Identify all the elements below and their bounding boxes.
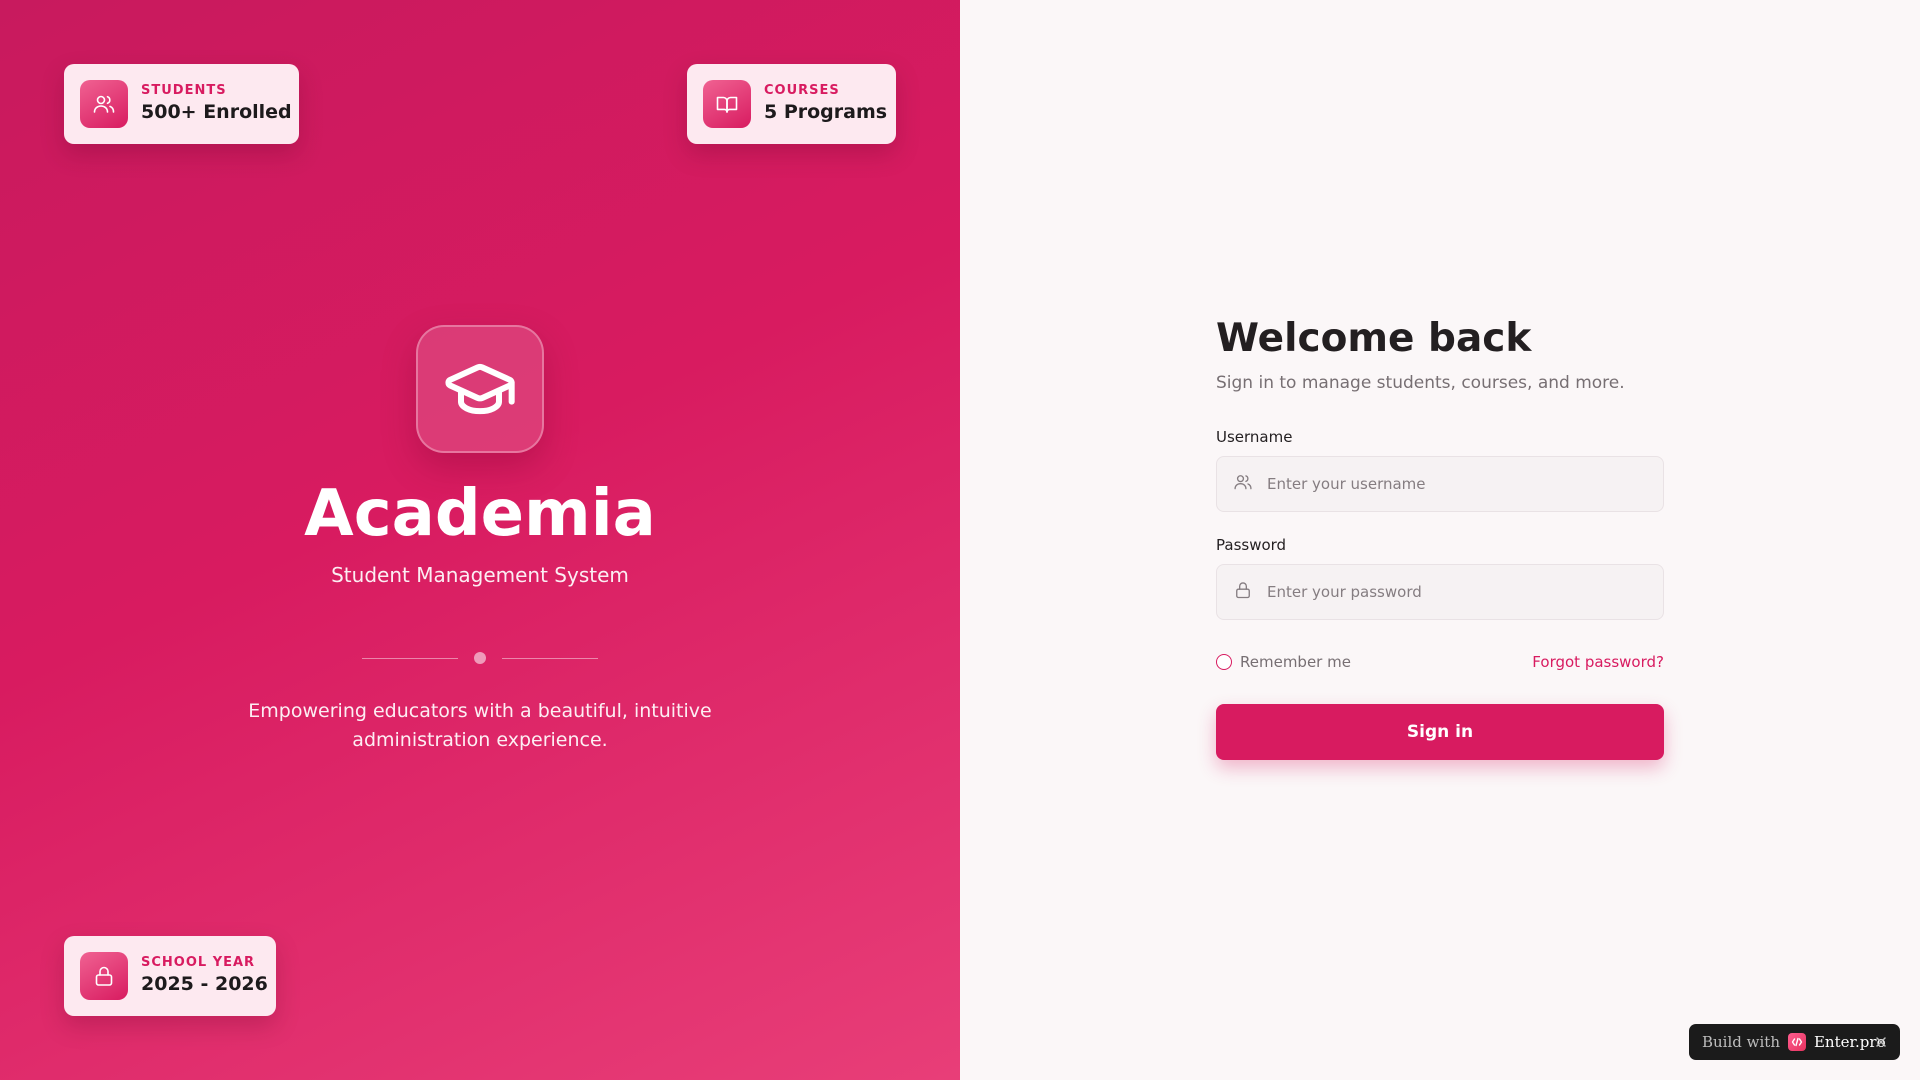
- lock-icon: [80, 952, 128, 1000]
- app-logo: [416, 325, 544, 453]
- stat-value: 2025 - 2026: [141, 973, 268, 995]
- stat-card-school-year: SCHOOL YEAR 2025 - 2026: [64, 936, 276, 1016]
- badge-prefix: Build with: [1702, 1033, 1780, 1051]
- remember-me[interactable]: Remember me: [1216, 652, 1351, 672]
- sign-in-button[interactable]: Sign in: [1216, 704, 1664, 760]
- username-input[interactable]: [1267, 475, 1647, 493]
- user-icon: [1233, 472, 1253, 496]
- stat-card-courses: COURSES 5 Programs: [687, 64, 896, 144]
- password-label: Password: [1216, 536, 1287, 554]
- enter-pro-logo-icon: [1787, 1033, 1806, 1051]
- build-with-badge[interactable]: Build with Enter.pro: [1689, 1024, 1900, 1060]
- lock-icon: [1233, 580, 1253, 604]
- graduation-cap-icon: [445, 363, 515, 415]
- stat-label: SCHOOL YEAR: [141, 955, 256, 970]
- login-panel: Welcome back Sign in to manage students,…: [960, 0, 1920, 1080]
- login-subtitle: Sign in to manage students, courses, and…: [1216, 373, 1625, 393]
- stat-value: 5 Programs: [764, 101, 888, 123]
- app-subtitle: Student Management System: [331, 563, 629, 587]
- close-icon[interactable]: [1872, 1033, 1890, 1051]
- username-field[interactable]: [1216, 456, 1664, 512]
- password-field[interactable]: [1216, 564, 1664, 620]
- stat-card-students: STUDENTS 500+ Enrolled: [64, 64, 299, 144]
- login-title: Welcome back: [1216, 316, 1532, 361]
- stat-value: 500+ Enrolled: [141, 101, 292, 123]
- app-title: Academia: [304, 477, 656, 551]
- divider-line: [362, 658, 458, 659]
- book-open-icon: [703, 80, 751, 128]
- stat-label: STUDENTS: [141, 83, 227, 98]
- password-input[interactable]: [1267, 583, 1647, 601]
- stat-label: COURSES: [764, 83, 840, 98]
- tagline: Empowering educators with a beautiful, i…: [248, 700, 712, 751]
- remember-me-label[interactable]: Remember me: [1240, 652, 1351, 672]
- divider-dot: [474, 652, 486, 664]
- username-label: Username: [1216, 428, 1293, 446]
- brand-panel: STUDENTS 500+ Enrolled COURSES 5 Program…: [0, 0, 960, 1080]
- divider-line: [502, 658, 598, 659]
- remember-me-checkbox[interactable]: [1216, 654, 1232, 670]
- forgot-password-link[interactable]: Forgot password?: [1532, 652, 1664, 672]
- users-icon: [80, 80, 128, 128]
